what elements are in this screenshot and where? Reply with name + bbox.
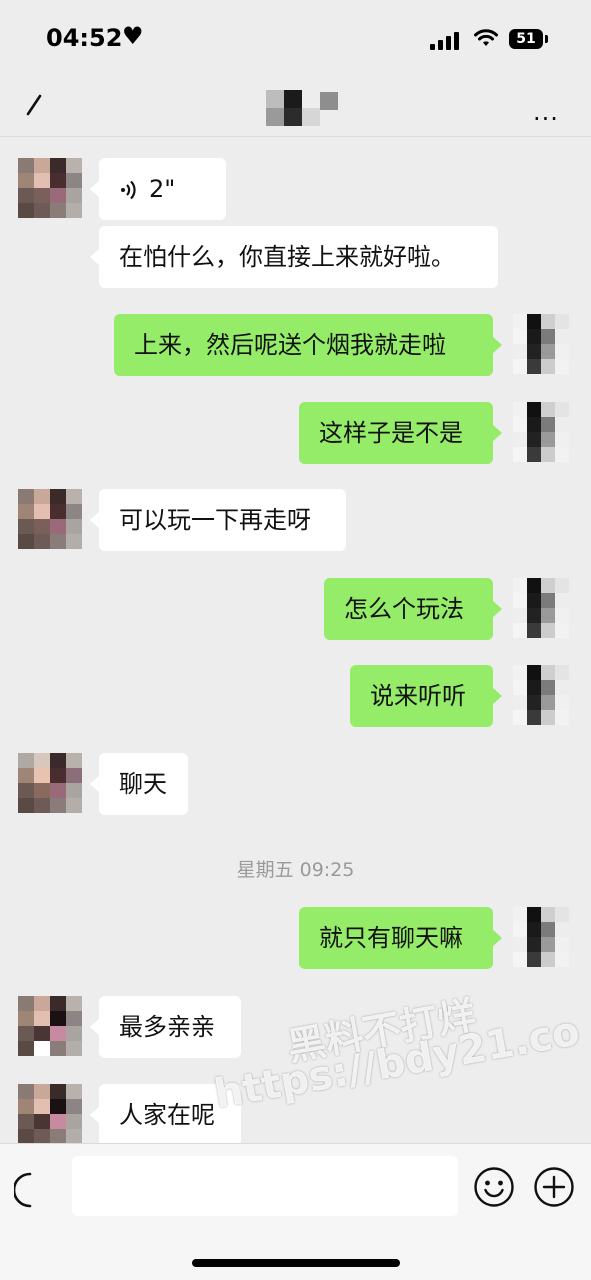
battery-icon: 51 bbox=[509, 29, 543, 49]
my-avatar[interactable] bbox=[513, 907, 569, 967]
nav-bar: ... bbox=[0, 80, 591, 136]
message-bubble-outgoing[interactable]: 怎么个玩法 bbox=[324, 578, 502, 640]
message-timestamp: 星期五 09:25 bbox=[236, 859, 355, 881]
status-bar: 04:52 ♥ 51 bbox=[0, 0, 591, 80]
contact-avatar[interactable] bbox=[18, 1084, 82, 1143]
wifi-icon bbox=[474, 29, 498, 46]
voice-wave-icon bbox=[121, 180, 136, 200]
message-bubble-outgoing[interactable]: 说来听听 bbox=[350, 665, 502, 727]
message-bubble-outgoing[interactable]: 就只有聊天嘛 bbox=[299, 907, 502, 969]
message-bubble-incoming[interactable]: 在怕什么，你直接上来就好啦。 bbox=[90, 226, 498, 288]
message-bubble-incoming[interactable]: 可以玩一下再走呀 bbox=[90, 489, 346, 551]
plus-icon[interactable] bbox=[533, 1166, 575, 1208]
status-time: 04:52 bbox=[46, 24, 123, 52]
cellular-signal-icon bbox=[430, 32, 462, 50]
contact-avatar[interactable] bbox=[18, 996, 82, 1056]
more-dots-icon[interactable]: ... bbox=[533, 98, 559, 126]
battery-tip bbox=[545, 35, 548, 43]
message-input[interactable] bbox=[72, 1156, 458, 1216]
message-bubble-incoming[interactable]: 聊天 bbox=[90, 753, 188, 815]
message-bubble-voice[interactable]: 2" bbox=[90, 158, 226, 220]
contact-avatar[interactable] bbox=[18, 158, 82, 218]
message-bubble-outgoing[interactable]: 这样子是不是 bbox=[299, 402, 502, 464]
heart-icon: ♥ bbox=[122, 22, 144, 50]
voice-input-icon[interactable] bbox=[14, 1168, 44, 1212]
message-bubble-outgoing[interactable]: 上来，然后呢送个烟我就走啦 bbox=[114, 314, 502, 376]
my-avatar[interactable] bbox=[513, 314, 569, 374]
message-list[interactable]: 2" 在怕什么，你直接上来就好啦。 上来，然后呢送个烟我就走啦 这样子是不是 可… bbox=[0, 137, 591, 1143]
home-indicator bbox=[192, 1259, 400, 1267]
my-avatar[interactable] bbox=[513, 402, 569, 462]
my-avatar[interactable] bbox=[513, 578, 569, 638]
message-bubble-incoming[interactable]: 最多亲亲 bbox=[90, 996, 241, 1058]
emoji-icon[interactable] bbox=[473, 1166, 515, 1208]
my-avatar[interactable] bbox=[513, 665, 569, 725]
input-bar bbox=[0, 1143, 591, 1280]
voice-duration: 2" bbox=[149, 175, 176, 203]
chat-screen: 04:52 ♥ 51 ... 2" 在怕什么，你直接上来就好啦。 上来，然后呢送… bbox=[0, 0, 591, 1280]
back-arrow-icon[interactable] bbox=[24, 92, 44, 116]
contact-avatar[interactable] bbox=[18, 489, 82, 549]
contact-avatar[interactable] bbox=[18, 753, 82, 813]
contact-name-mosaic bbox=[258, 88, 338, 128]
